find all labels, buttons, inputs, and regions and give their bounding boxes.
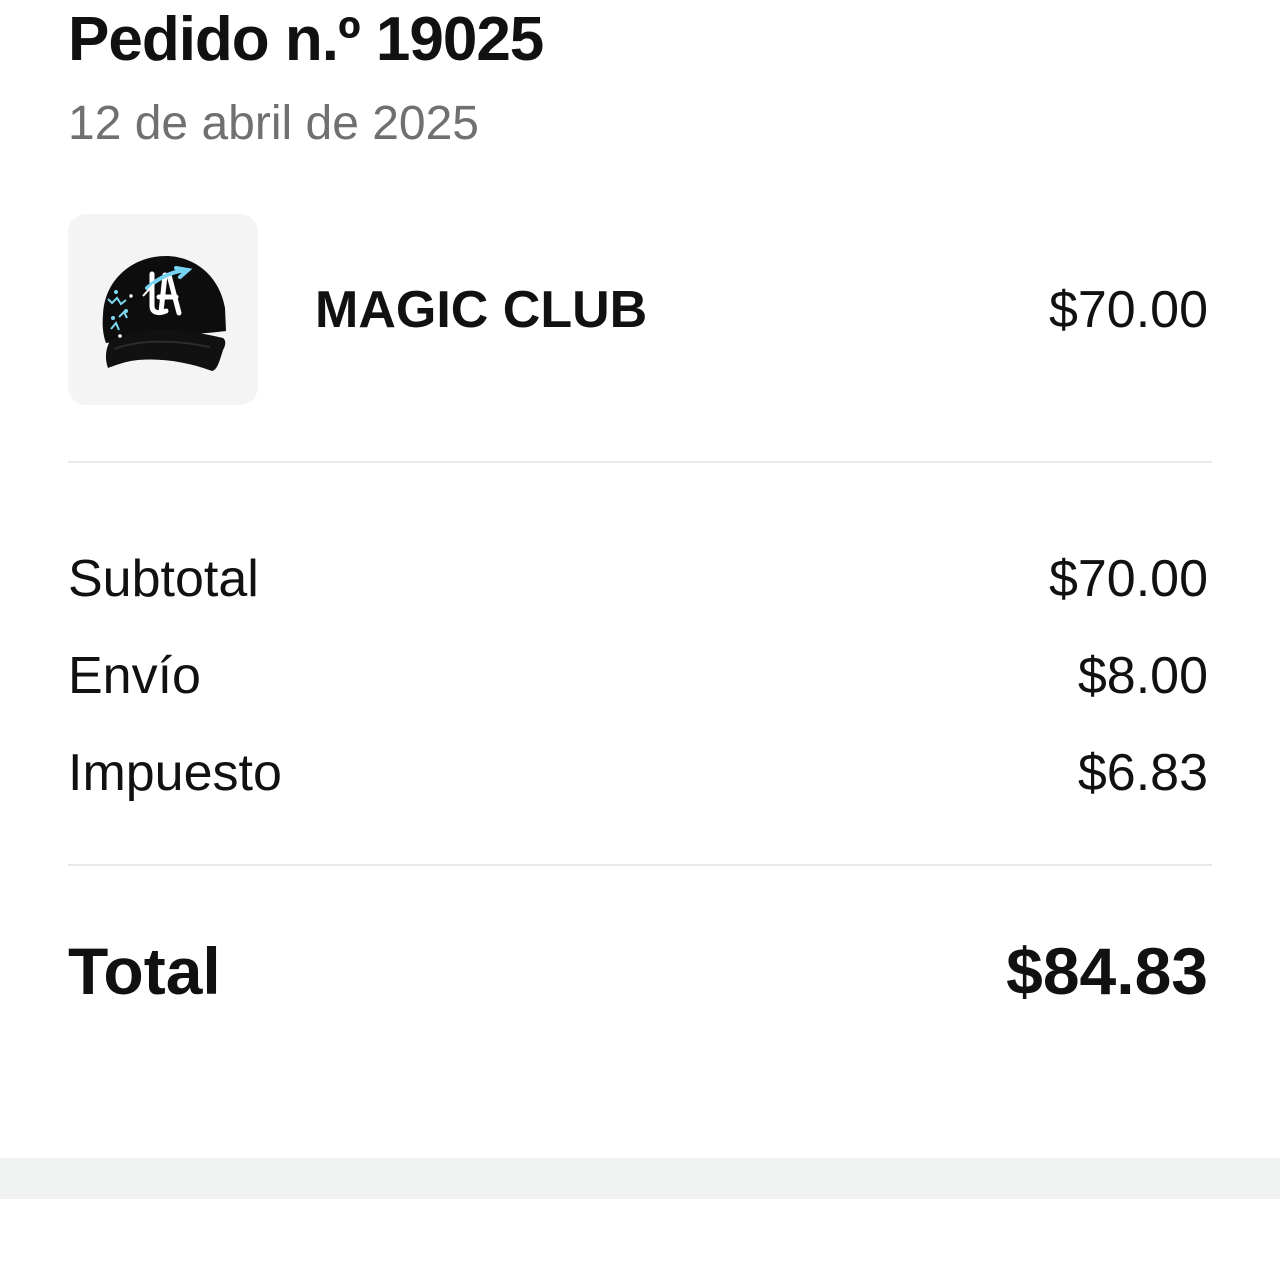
tax-value: $6.83 <box>1077 744 1208 802</box>
subtotal-value: $70.00 <box>1048 550 1208 608</box>
shipping-value: $8.00 <box>1077 647 1208 705</box>
shipping-label: Envío <box>68 647 201 705</box>
item-summary-divider <box>68 461 1212 463</box>
subtotal-label: Subtotal <box>68 550 259 608</box>
tax-row: Impuesto $6.83 <box>68 743 1208 803</box>
tax-label: Impuesto <box>68 744 282 802</box>
product-thumbnail[interactable] <box>68 214 258 405</box>
bottom-separator-band <box>0 1158 1280 1199</box>
order-title: Pedido n.º 19025 <box>68 5 544 74</box>
cap-product-image <box>102 255 226 371</box>
product-name[interactable]: MAGIC CLUB <box>315 280 647 340</box>
subtotal-row: Subtotal $70.00 <box>68 549 1208 609</box>
total-row: Total $84.83 <box>68 933 1208 1009</box>
total-divider <box>68 864 1212 866</box>
total-label: Total <box>68 934 221 1008</box>
product-price: $70.00 <box>1048 281 1208 339</box>
shipping-row: Envío $8.00 <box>68 646 1208 706</box>
order-date: 12 de abril de 2025 <box>68 97 479 150</box>
total-value: $84.83 <box>1006 934 1208 1008</box>
